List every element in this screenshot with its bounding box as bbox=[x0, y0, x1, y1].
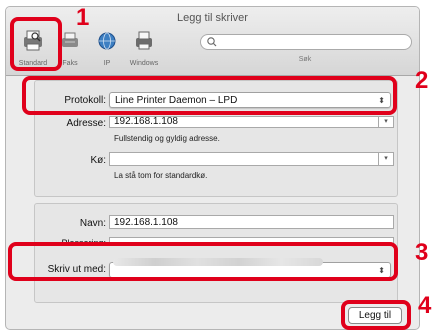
search-input[interactable] bbox=[200, 34, 412, 50]
toolbar-windows-button[interactable]: Windows bbox=[123, 29, 165, 69]
navn-field[interactable]: 192.168.1.108 bbox=[109, 215, 394, 229]
toolbar-windows-label: Windows bbox=[129, 60, 159, 67]
window-title: Legg til skriver bbox=[177, 12, 248, 24]
adresse-field[interactable]: 192.168.1.108 ▾ bbox=[109, 116, 394, 128]
ko-label: Kø: bbox=[90, 155, 106, 166]
adresse-value: 192.168.1.108 bbox=[114, 116, 178, 127]
ko-hint: La stå tom for standardkø. bbox=[114, 171, 208, 180]
adresse-label: Adresse: bbox=[66, 118, 106, 129]
fax-icon bbox=[62, 32, 78, 47]
windows-printer-icon bbox=[136, 31, 152, 50]
navn-label: Navn: bbox=[79, 218, 106, 229]
toolbar: Legg til skriver Standard Faks IP Window… bbox=[6, 7, 419, 76]
globe-icon bbox=[98, 32, 116, 50]
callout-number-4: 4 bbox=[418, 292, 432, 319]
adresse-hint: Fullstendig og gyldig adresse. bbox=[114, 134, 220, 143]
navn-value: 192.168.1.108 bbox=[114, 217, 178, 228]
callout-box-4 bbox=[341, 300, 411, 330]
toolbar-ip-button[interactable]: IP bbox=[94, 29, 120, 69]
chevron-down-icon[interactable]: ▾ bbox=[378, 153, 393, 165]
search-icon bbox=[207, 37, 217, 47]
ko-field[interactable]: ▾ bbox=[109, 152, 394, 166]
callout-box-3 bbox=[8, 242, 398, 281]
callout-number-2: 2 bbox=[415, 67, 429, 94]
callout-number-1: 1 bbox=[76, 4, 90, 31]
chevron-down-icon[interactable]: ▾ bbox=[378, 117, 393, 127]
callout-box-2 bbox=[22, 76, 397, 115]
search-label: Søk bbox=[298, 56, 312, 63]
toolbar-ip-label: IP bbox=[103, 60, 111, 67]
callout-number-3: 3 bbox=[415, 239, 429, 266]
add-printer-window: Legg til skriver Standard Faks IP Window… bbox=[5, 6, 420, 330]
callout-box-1 bbox=[10, 17, 62, 71]
